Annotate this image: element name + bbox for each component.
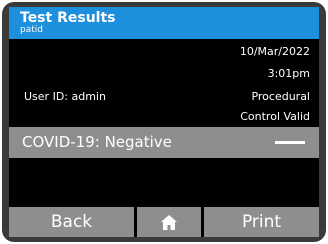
device-screen: Test Results patid 10/Mar/2022 3:01pm Us… xyxy=(9,7,319,237)
covid-result-text: COVID-19: Negative xyxy=(22,133,172,151)
print-button[interactable]: Print xyxy=(204,207,319,237)
user-id-label: User ID: admin xyxy=(24,90,106,103)
title-bar: Test Results patid xyxy=(9,7,319,39)
home-button[interactable] xyxy=(137,207,201,237)
test-time: 3:01pm xyxy=(267,67,310,80)
control-valid-label: Control Valid xyxy=(240,110,310,123)
page-title: Test Results xyxy=(20,10,116,26)
patient-id-label: patid xyxy=(20,25,43,35)
result-row: COVID-19: Negative xyxy=(9,127,319,158)
home-icon xyxy=(161,215,177,230)
minus-icon xyxy=(275,141,305,144)
procedural-control-label: Procedural xyxy=(251,90,310,103)
test-date: 10/Mar/2022 xyxy=(239,45,310,58)
back-button[interactable]: Back xyxy=(9,207,134,237)
